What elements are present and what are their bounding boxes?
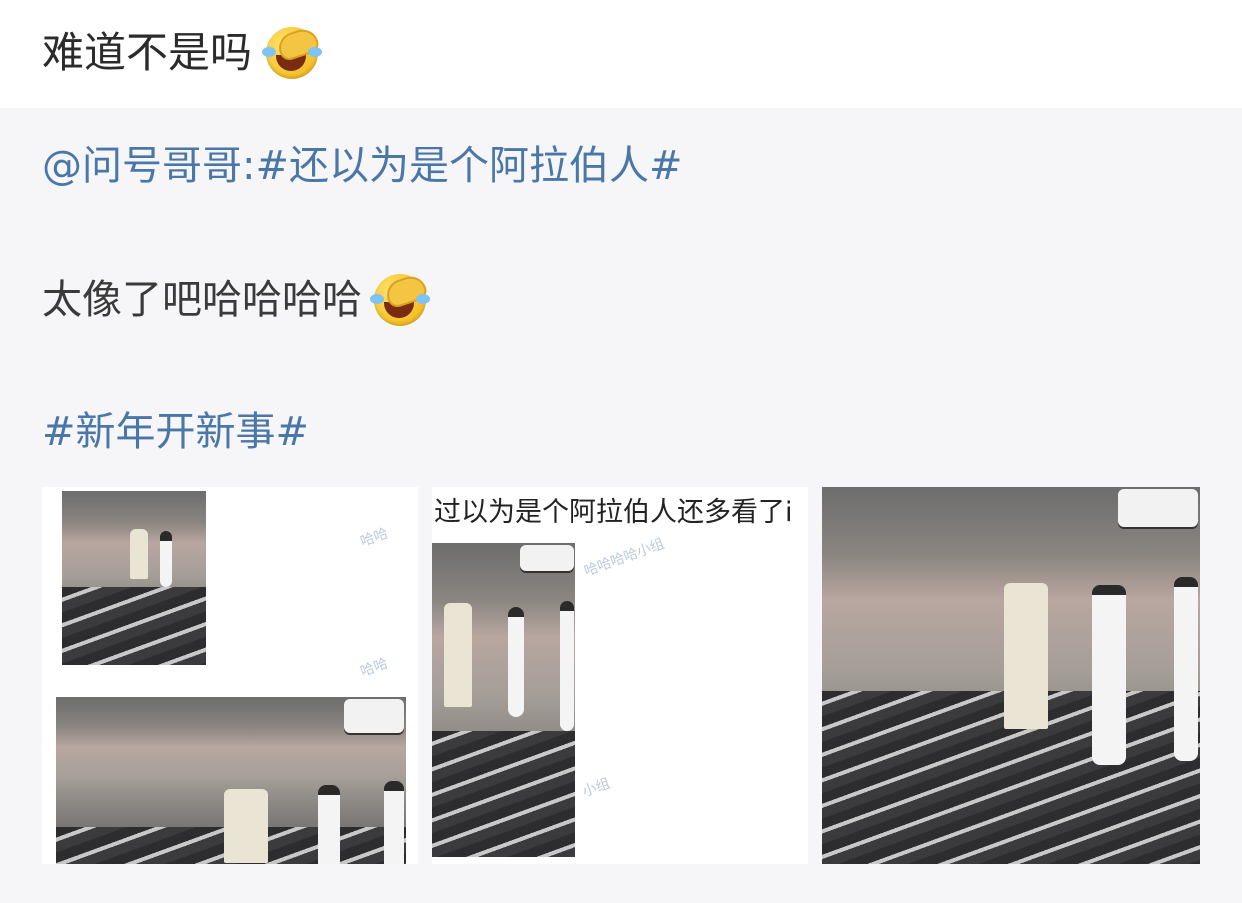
author-mention-link[interactable]: @问号哥哥: (42, 143, 255, 189)
photo-tall (432, 543, 575, 857)
hashtag-link-arab[interactable]: #还以为是个阿拉伯人# (255, 143, 682, 189)
hashtag-link-newyear[interactable]: #新年开新事# (42, 406, 309, 458)
laughing-tears-icon (370, 272, 430, 326)
hashtag-line: #新年开新事# (42, 406, 309, 458)
laughing-tears-icon (262, 25, 323, 79)
comment-line: 难道不是吗 (42, 25, 323, 80)
repost-headline: @问号哥哥:#还以为是个阿拉伯人# (42, 140, 683, 192)
photo-small (62, 491, 206, 665)
comment-text: 难道不是吗 (42, 28, 253, 77)
image-thumbnail-2[interactable]: 哈哈哈哈小组 小组 (432, 487, 808, 864)
repost-body: 太像了吧哈哈哈哈 (42, 272, 430, 326)
image-thumbnail-1[interactable]: 哈哈 哈哈 (42, 487, 418, 864)
repost-body-text: 太像了吧哈哈哈哈 (42, 277, 362, 323)
image-thumbnail-3[interactable] (822, 487, 1200, 864)
photo-large (822, 487, 1200, 864)
image-caption-text: 过以为是个阿拉伯人还多看了i (434, 497, 793, 528)
comment-header: 难道不是吗 (0, 0, 1242, 108)
photo-wide (56, 697, 406, 864)
